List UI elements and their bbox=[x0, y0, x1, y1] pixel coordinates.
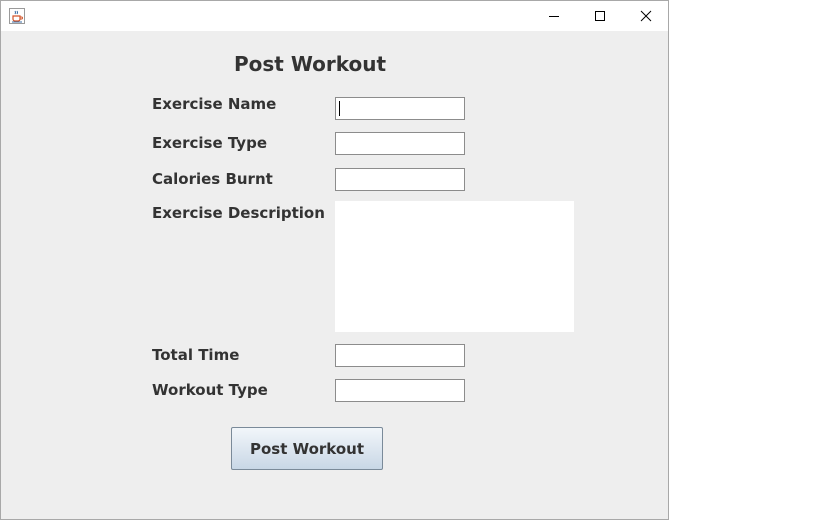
total-time-input[interactable] bbox=[335, 344, 465, 367]
maximize-icon bbox=[594, 7, 606, 26]
exercise-name-input[interactable] bbox=[335, 97, 465, 120]
calories-burnt-label: Calories Burnt bbox=[152, 170, 273, 188]
form-heading: Post Workout bbox=[234, 52, 387, 76]
workout-type-label: Workout Type bbox=[152, 381, 268, 399]
minimize-icon bbox=[548, 7, 560, 26]
minimize-button[interactable] bbox=[531, 1, 577, 31]
calories-burnt-input[interactable] bbox=[335, 168, 465, 191]
exercise-description-textarea[interactable] bbox=[335, 201, 574, 332]
exercise-name-label: Exercise Name bbox=[152, 95, 277, 113]
maximize-button[interactable] bbox=[577, 1, 623, 31]
post-workout-button[interactable]: Post Workout bbox=[231, 427, 383, 470]
exercise-type-input[interactable] bbox=[335, 132, 465, 155]
close-icon bbox=[640, 7, 652, 26]
close-button[interactable] bbox=[623, 1, 669, 31]
total-time-label: Total Time bbox=[152, 346, 240, 364]
workout-type-input[interactable] bbox=[335, 379, 465, 402]
title-bar[interactable] bbox=[1, 1, 668, 31]
text-caret bbox=[339, 101, 340, 116]
app-window: Post Workout Exercise Name Exercise Type… bbox=[0, 0, 669, 520]
java-app-icon[interactable] bbox=[9, 8, 25, 24]
exercise-type-label: Exercise Type bbox=[152, 134, 267, 152]
exercise-description-label: Exercise Description bbox=[152, 204, 325, 222]
